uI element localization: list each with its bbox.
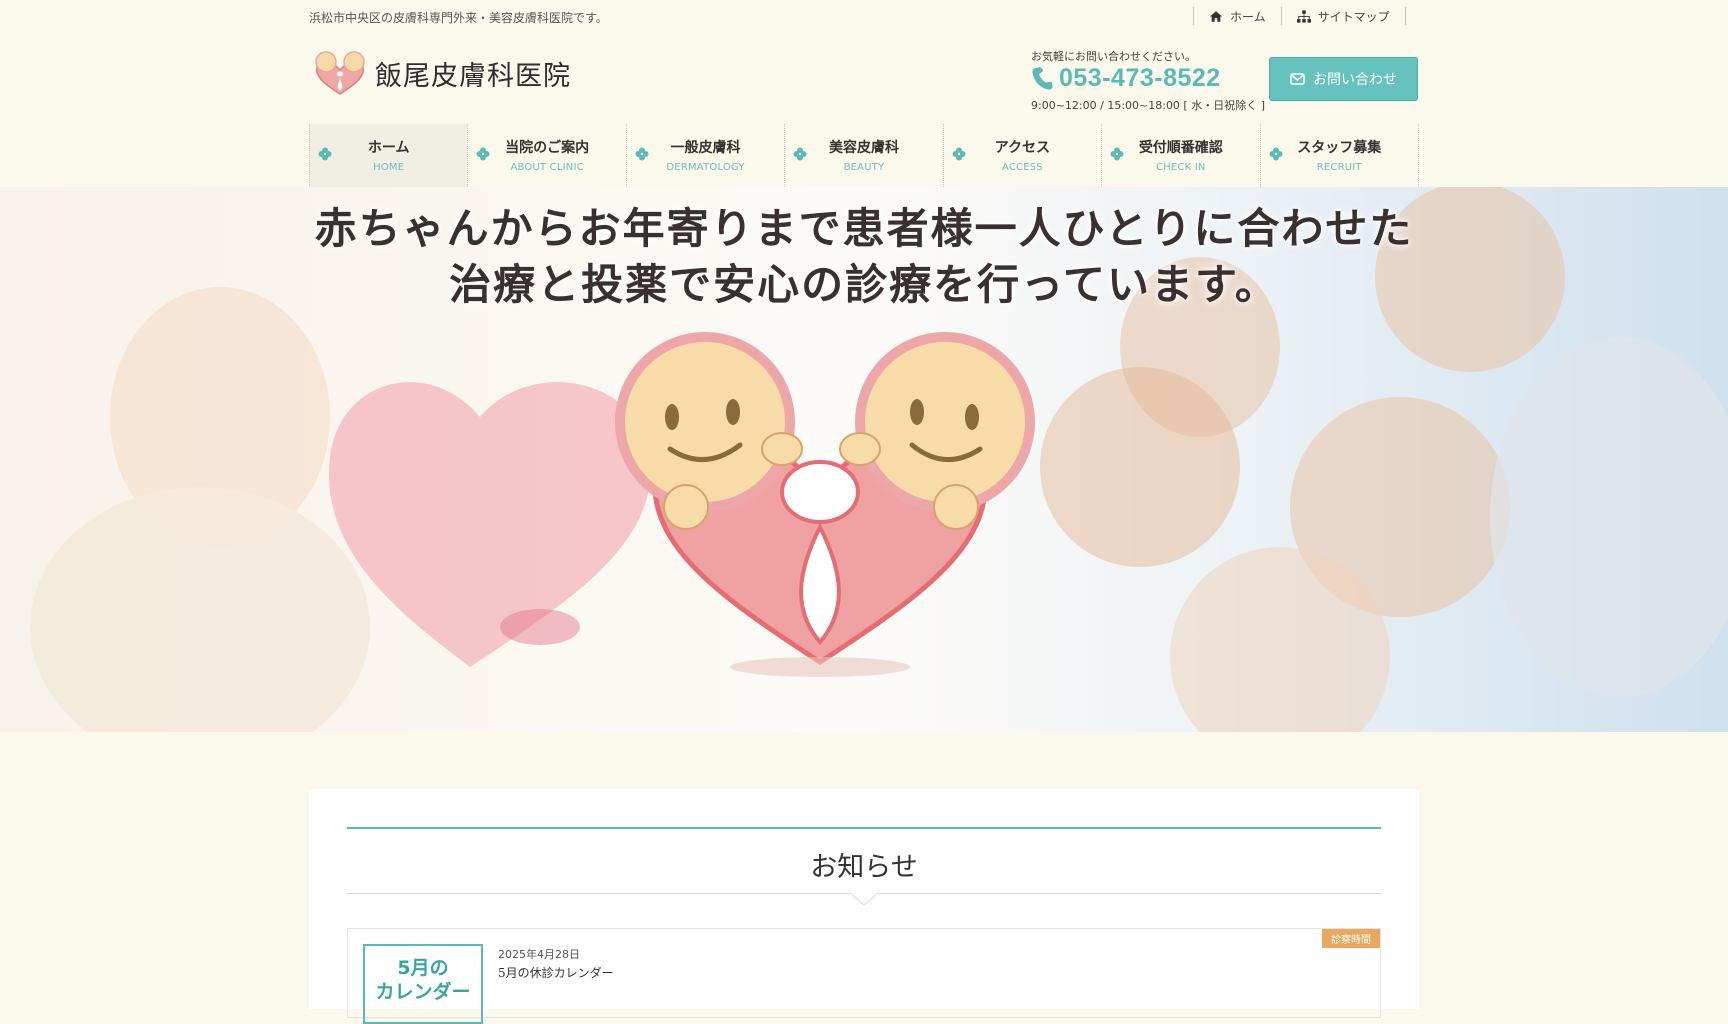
phone-number: 053-473-8522 [1059,64,1221,92]
nav-sublabel: ACCESS [1001,161,1043,173]
nav-label: スタッフ募集 [1297,139,1382,156]
thumb-line-1: 5月の [397,957,449,979]
logo-text: 飯尾皮膚科医院 [375,60,571,92]
utility-links: ホーム サイトマップ [1193,7,1406,25]
nav-sublabel: HOME [373,161,405,173]
nav-label: 一般皮膚科 [670,139,741,156]
nav-item-about[interactable]: 当院のご案内 ABOUT CLINIC [467,124,625,187]
nav-sublabel: ABOUT CLINIC [510,161,584,173]
phone-link[interactable]: 053-473-8522 [1031,64,1221,93]
nav-sublabel: DERMATOLOGY [666,161,745,173]
news-date: 2025年4月28日 [498,948,580,961]
nav-item-recruit[interactable]: スタッフ募集 RECRUIT [1259,124,1419,187]
nav-item-home[interactable]: ホーム HOME [309,124,468,187]
top-link-home-label: ホーム [1230,9,1266,24]
clover-icon [793,147,807,161]
nav-sublabel: CHECK IN [1156,161,1206,173]
nav-item-checkin[interactable]: 受付順番確認 CHECK IN [1101,124,1259,187]
site-logo[interactable]: 飯尾皮膚科医院 [309,50,571,96]
nav-sublabel: RECRUIT [1316,161,1362,173]
envelope-icon [1290,73,1305,85]
divider [347,827,1381,829]
top-link-home[interactable]: ホーム [1194,8,1281,25]
news-item[interactable]: 5月の カレンダー 2025年4月28日 5月の休診カレンダー 診察時間 [347,928,1381,1024]
global-nav: ホーム HOME 当院のご案内 ABOUT CLINIC 一般皮膚科 DERMA… [309,124,1419,188]
nav-label: 受付順番確認 [1138,139,1223,156]
phone-icon [1032,66,1053,90]
sitemap-icon [1296,9,1311,23]
clover-icon [318,147,332,161]
clover-icon [952,147,966,161]
nav-sublabel: BEAUTY [843,161,885,173]
hero-copy: 赤ちゃんからお年寄りまで患者様一人ひとりに合わせた 治療と投薬で安心の診療を行っ… [0,201,1728,313]
hero-banner: 赤ちゃんからお年寄りまで患者様一人ひとりに合わせた 治療と投薬で安心の診療を行っ… [0,187,1728,732]
top-link-sitemap[interactable]: サイトマップ [1282,8,1405,25]
nav-label: 美容皮膚科 [828,139,899,156]
clover-icon [1269,147,1283,161]
top-link-sitemap-label: サイトマップ [1317,9,1390,24]
nav-item-dermatology[interactable]: 一般皮膚科 DERMATOLOGY [625,124,784,187]
thumb-line-2: カレンダー [375,981,471,1003]
news-section: お知らせ 5月の カレンダー 2025年4月28日 5月の休診カレンダー 診察時… [309,789,1419,1024]
hero-line-1: 赤ちゃんからお年寄りまで患者様一人ひとりに合わせた [314,204,1414,253]
clover-icon [476,147,490,161]
logo-mark-icon [315,51,365,95]
home-icon [1209,10,1223,22]
contact-lead: お気軽にお問い合わせください。 [1031,50,1196,63]
nav-label: 当院のご案内 [505,139,590,156]
contact-button-label: お問い合わせ [1313,72,1397,88]
divider [1404,7,1406,25]
opening-hours: 9:00~12:00 / 15:00~18:00 [ 水・日祝除く ] [1031,99,1266,112]
category-badge[interactable]: 診察時間 [1322,929,1380,948]
hero-line-2: 治療と投薬で安心の診療を行っています。 [449,260,1279,309]
contact-button[interactable]: お問い合わせ [1269,57,1418,101]
clover-icon [1110,147,1124,161]
clover-icon [635,147,649,161]
nav-label: ホーム [367,139,410,156]
site-tagline: 浜松市中央区の皮膚科専門外来・美容皮膚科医院です。 [309,11,608,25]
caret-down-icon [850,893,878,906]
nav-label: アクセス [994,139,1051,156]
nav-item-beauty[interactable]: 美容皮膚科 BEAUTY [784,124,942,187]
nav-item-access[interactable]: アクセス ACCESS [942,124,1101,187]
news-title[interactable]: 5月の休診カレンダー [498,964,614,981]
section-title: お知らせ [810,852,918,883]
news-thumbnail[interactable]: 5月の カレンダー [363,944,483,1024]
